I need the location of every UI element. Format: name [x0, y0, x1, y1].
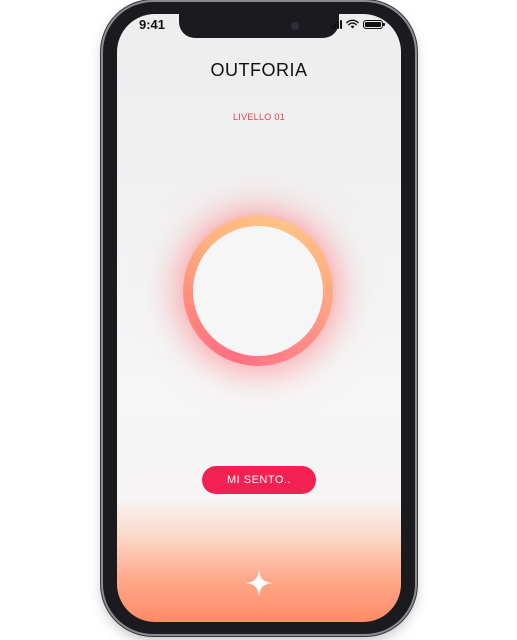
sparkle-icon[interactable]	[244, 568, 274, 598]
status-time: 9:41	[139, 17, 166, 32]
orb-center	[193, 226, 323, 356]
front-camera-icon	[291, 22, 299, 30]
signal-icon	[331, 19, 342, 29]
app-screen: 9:41 OUTFORIA LIVELLO 01 MI SENTO..	[117, 14, 401, 622]
mood-orb[interactable]	[183, 216, 333, 366]
home-indicator	[209, 610, 309, 614]
mi-sento-button[interactable]: MI SENTO..	[202, 466, 316, 494]
wifi-icon	[346, 19, 359, 29]
app-title: OUTFORIA	[210, 60, 308, 80]
level-label: LIVELLO 01	[232, 112, 286, 122]
status-icons	[331, 19, 385, 29]
notch	[179, 14, 339, 38]
battery-icon	[363, 19, 385, 29]
